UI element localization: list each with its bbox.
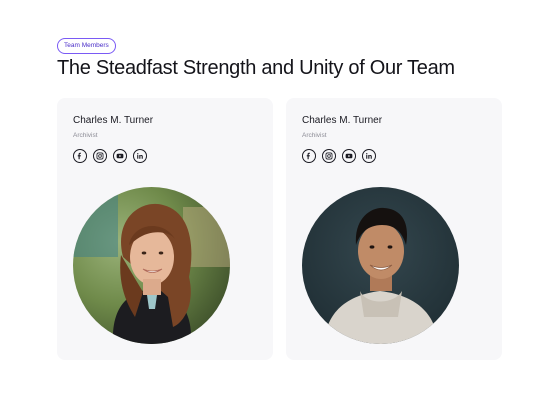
page-title: The Steadfast Strength and Unity of Our … — [57, 57, 455, 79]
team-member-card: Charles M. Turner Archivist — [57, 98, 273, 360]
member-role: Archivist — [73, 132, 98, 139]
member-photo — [73, 187, 230, 344]
member-name: Charles M. Turner — [73, 115, 154, 126]
social-links — [302, 149, 376, 163]
instagram-icon[interactable] — [322, 149, 336, 163]
member-name: Charles M. Turner — [302, 115, 383, 126]
facebook-icon[interactable] — [73, 149, 87, 163]
member-role: Archivist — [302, 132, 327, 139]
instagram-icon[interactable] — [93, 149, 107, 163]
social-links — [73, 149, 147, 163]
linkedin-icon[interactable] — [133, 149, 147, 163]
facebook-icon[interactable] — [302, 149, 316, 163]
team-member-card: Charles M. Turner Archivist — [286, 98, 502, 360]
linkedin-icon[interactable] — [362, 149, 376, 163]
member-photo — [302, 187, 459, 344]
youtube-icon[interactable] — [342, 149, 356, 163]
youtube-icon[interactable] — [113, 149, 127, 163]
section-badge: Team Members — [57, 38, 116, 54]
